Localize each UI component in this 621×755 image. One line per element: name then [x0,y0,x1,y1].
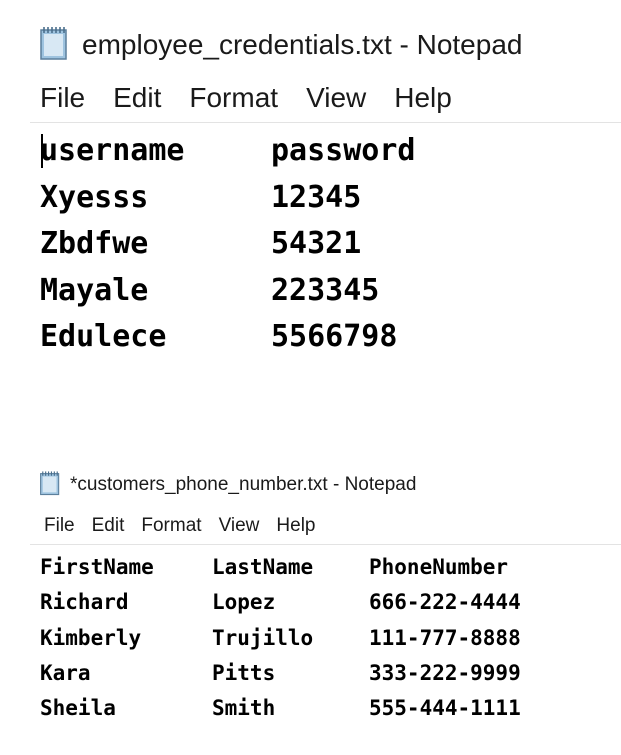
text-line: username password [40,128,621,175]
text-line: Mayale 223345 [40,268,621,315]
menu-format[interactable]: Format [189,82,278,114]
menu-separator [30,122,621,123]
text-caret [41,134,43,168]
text-editor-area[interactable]: username password Xyesss 12345 Zbdfwe 54… [40,128,621,378]
phone-number-cell: 666-222-4444 [369,590,521,615]
menu-view[interactable]: View [306,82,366,114]
first-name-cell: Kimberly [40,625,142,650]
password-cell: 12345 [271,179,362,215]
phone-number-cell: PhoneNumber [369,555,509,579]
menu-separator [30,544,621,545]
text-line: Edulece 5566798 [40,314,621,361]
password-cell: 223345 [271,272,380,308]
menu-view[interactable]: View [219,515,260,537]
last-name-cell: Lopez [212,590,276,615]
notepad-icon [38,25,70,66]
last-name-cell: Trujillo [212,625,314,650]
menu-bar: File Edit Format View Help [40,78,480,118]
menu-edit[interactable]: Edit [113,82,161,114]
first-name-cell: Richard [40,590,129,615]
first-name-cell: Sheila [40,696,116,721]
password-cell: password [271,133,416,168]
password-cell: 5566798 [271,319,398,354]
password-cell: 54321 [271,226,362,261]
menu-edit[interactable]: Edit [92,515,125,537]
first-name-cell: FirstName [40,555,154,579]
first-name-cell: Kara [40,660,91,685]
last-name-cell: Pitts [212,660,276,685]
notepad-window-customers-phone-number: *customers_phone_number.txt - Notepad Fi… [0,460,621,755]
text-line: Kimberly Trujillo 111-777-8888 [40,621,621,656]
title-bar: *customers_phone_number.txt - Notepad [38,470,416,500]
menu-bar: File Edit Format View Help [44,512,332,540]
text-line: Sheila Smith 555-444-1111 [40,691,621,726]
menu-format[interactable]: Format [141,515,201,537]
username-cell: Xyesss [40,179,149,215]
notepad-icon [38,470,62,501]
text-line: Xyesss 12345 [40,175,621,222]
username-cell: username [40,133,185,168]
phone-number-cell: 333-222-9999 [369,660,521,685]
text-line: FirstName LastName PhoneNumber [40,550,621,585]
title-bar: employee_credentials.txt - Notepad [38,22,522,68]
username-cell: Zbdfwe [40,226,149,261]
last-name-cell: Smith [212,696,276,721]
phone-number-cell: 555-444-1111 [369,696,521,721]
menu-file[interactable]: File [44,515,75,537]
text-line: Richard Lopez 666-222-4444 [40,585,621,620]
username-cell: Edulece [40,319,167,354]
text-editor-area[interactable]: FirstName LastName PhoneNumber Richard L… [40,550,621,750]
phone-number-cell: 111-777-8888 [369,625,521,650]
last-name-cell: LastName [212,555,314,579]
menu-help[interactable]: Help [276,515,315,537]
notepad-window-employee-credentials: employee_credentials.txt - Notepad File … [0,0,621,400]
window-title: *customers_phone_number.txt - Notepad [70,474,417,495]
menu-file[interactable]: File [40,82,85,114]
menu-help[interactable]: Help [394,82,452,114]
username-cell: Mayale [40,272,149,308]
window-title: employee_credentials.txt - Notepad [82,29,523,60]
text-line: Zbdfwe 54321 [40,221,621,268]
text-line: Kara Pitts 333-222-9999 [40,656,621,691]
